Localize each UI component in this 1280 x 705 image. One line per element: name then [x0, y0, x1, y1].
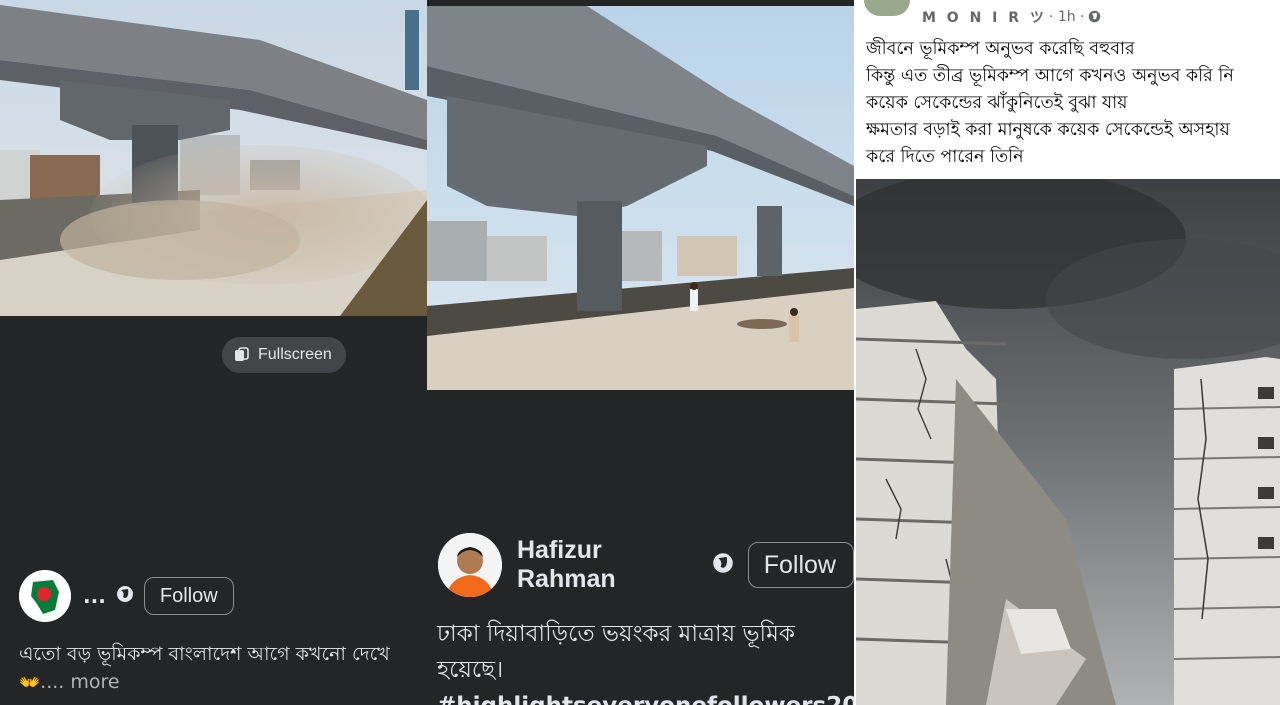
author-name[interactable]: ...: [83, 584, 106, 608]
post-line: ক্ষমতার বড়াই করা মানুষকে কয়েক সেকেন্ডে…: [866, 120, 1230, 140]
post-line: করে দিতে পারেন তিনি: [866, 147, 1024, 167]
photo-post: M O N I R ツ · 1h · জীবনে ভূমিকম্প অনুভব …: [854, 0, 1280, 705]
author-name[interactable]: M O N I R ツ: [922, 7, 1047, 27]
follow-button[interactable]: Follow: [747, 542, 854, 588]
post-line: কয়েক সেকেন্ডের ঝাঁকুনিতেই বুঝা যায়: [866, 93, 1128, 113]
post-text: জীবনে ভূমিকম্প অনুভব করেছি বহুবার কিন্তু…: [866, 36, 1234, 171]
hashtag-link[interactable]: #highlightseveryonefollowers2025: [437, 688, 854, 705]
post-caption: এতো বড় ভূমিকম্প বাংলাদেশ আগে কখনো দেখে …: [19, 640, 390, 697]
post-line: কিন্তু এত তীব্র ভূমিকম্প আগে কখনও অনুভব …: [866, 66, 1234, 86]
author-avatar[interactable]: [438, 533, 502, 597]
post-time[interactable]: · 1h ·: [1049, 9, 1085, 25]
follow-button[interactable]: Follow: [143, 577, 234, 615]
globe-icon: [712, 552, 734, 578]
video-flyover-collapse[interactable]: [427, 6, 854, 390]
post-author-row: Hafizur Rahman Follow: [438, 533, 854, 597]
caption-line: এতো বড় ভূমিকম্প বাংলাদেশ আগে কখনো দেখে: [19, 643, 390, 665]
author-avatar[interactable]: [864, 0, 910, 16]
video-post-1: Fullscreen ... Follow এতো বড় ভূমিকম্প ব…: [0, 0, 427, 705]
video-flyover-dust[interactable]: [0, 0, 427, 316]
caption-line: হয়েছে।: [437, 657, 504, 683]
globe-icon: [116, 585, 134, 607]
caption-line: ঢাকা দিয়াবাড়িতে ভয়ংকর মাত্রায় ভূমিক: [437, 621, 796, 647]
author-name[interactable]: Hafizur Rahman: [517, 536, 700, 594]
fullscreen-label: Fullscreen: [258, 346, 332, 363]
fullscreen-button[interactable]: Fullscreen: [222, 337, 346, 373]
post-author-row: ... Follow: [19, 570, 234, 622]
post-photo-damaged-building[interactable]: [856, 179, 1280, 705]
see-more-link[interactable]: .... more: [40, 671, 119, 693]
hands-emoji: 👐: [19, 673, 41, 693]
author-avatar[interactable]: [19, 570, 71, 622]
post-line: জীবনে ভূমিকম্প অনুভব করেছি বহুবার: [866, 39, 1135, 59]
post-header: M O N I R ツ · 1h ·: [864, 0, 1101, 34]
fullscreen-icon: [234, 347, 250, 363]
post-caption: ঢাকা দিয়াবাড়িতে ভয়ংকর মাত্রায় ভূমিক …: [437, 616, 854, 705]
video-post-2: Hafizur Rahman Follow ঢাকা দিয়াবাড়িতে …: [427, 0, 854, 705]
globe-icon: [1088, 8, 1101, 27]
